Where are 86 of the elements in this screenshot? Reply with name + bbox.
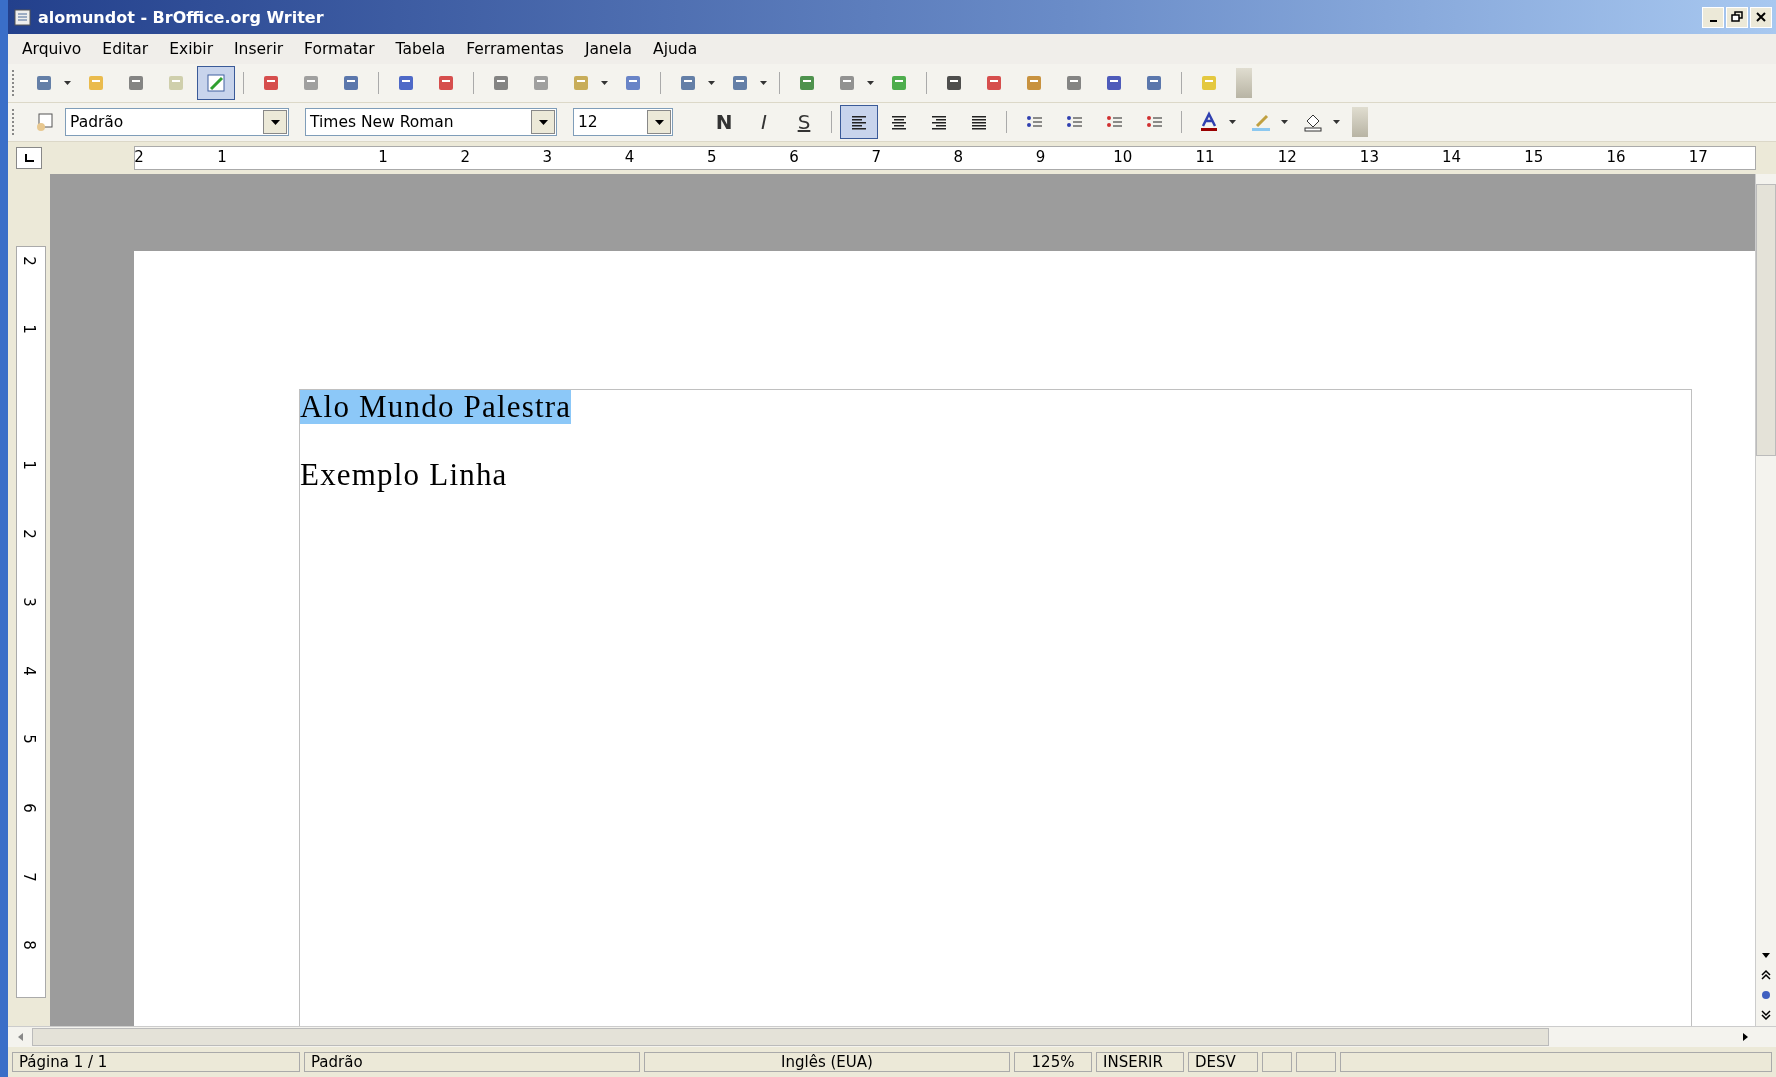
font-name-combo[interactable]: Times New Roman xyxy=(305,108,557,136)
next-page-icon[interactable] xyxy=(1759,1008,1773,1022)
menu-item[interactable]: Exibir xyxy=(159,40,225,58)
ruler-number: 3 xyxy=(542,148,553,166)
ruler-number: 12 xyxy=(1277,148,1297,166)
tab-stop-icon xyxy=(23,153,35,163)
font-color-icon xyxy=(1198,111,1220,133)
align-left-button[interactable] xyxy=(840,105,878,139)
window-title: alomundot - BrOffice.org Writer xyxy=(38,7,325,27)
minimize-icon xyxy=(1709,20,1717,22)
dropdown-arrow-icon[interactable] xyxy=(708,81,715,85)
menu-item[interactable]: Arquivo xyxy=(12,40,93,58)
ruler-number: 11 xyxy=(1195,148,1215,166)
ruler-number: 15 xyxy=(1524,148,1544,166)
ruler-number: 10 xyxy=(1113,148,1133,166)
close-button[interactable] xyxy=(1750,6,1772,28)
ruler-number: 1 xyxy=(217,148,227,166)
dropdown-arrow-icon xyxy=(654,119,664,125)
minimize-button[interactable] xyxy=(1702,6,1724,28)
ruler-number: 1 xyxy=(378,148,388,166)
menu-item[interactable]: Formatar xyxy=(294,40,386,58)
ruler-number: 7 xyxy=(871,148,881,166)
ruler-number: 1 xyxy=(19,460,38,470)
edit-mode-button[interactable] xyxy=(197,66,235,100)
ruler-number: 5 xyxy=(19,734,38,745)
dropdown-arrow-icon[interactable] xyxy=(1281,120,1288,124)
menu-item[interactable]: Ferramentas xyxy=(456,40,575,58)
close-icon xyxy=(1755,11,1767,23)
ruler-number: 5 xyxy=(707,148,717,166)
restore-button[interactable] xyxy=(1726,6,1748,28)
horizontal-ruler[interactable]: 2 1 1 2 3 4 5 6 7 8 9 10 11 12 13 14 15 16 17 xyxy=(134,146,1756,170)
horizontal-scrollbar[interactable] xyxy=(8,1026,1776,1047)
ruler-number: 1 xyxy=(19,324,38,334)
ruler-number: 13 xyxy=(1359,148,1379,166)
dropdown-arrow-icon[interactable] xyxy=(64,81,71,85)
dropdown-arrow-icon[interactable] xyxy=(601,81,608,85)
ruler-number: 16 xyxy=(1606,148,1626,166)
navigation-dot-icon[interactable] xyxy=(1759,988,1773,1002)
ruler-number: 4 xyxy=(19,666,38,676)
vertical-ruler[interactable]: 2 1 1 2 3 4 5 6 7 8 xyxy=(16,246,46,998)
menu-item[interactable]: Editar xyxy=(92,40,160,58)
status-field: Padrão xyxy=(304,1052,640,1072)
status-field: INSERIR xyxy=(1096,1052,1184,1072)
ruler-number: 4 xyxy=(624,148,635,166)
dropdown-arrow-icon[interactable] xyxy=(760,81,767,85)
font-size-combo[interactable]: 12 xyxy=(573,108,673,136)
ruler-number: 8 xyxy=(953,148,964,166)
ruler-number: 7 xyxy=(19,871,38,882)
dropdown-arrow-icon[interactable] xyxy=(867,81,874,85)
ruler-number: 3 xyxy=(19,597,38,607)
ruler-number: 17 xyxy=(1688,148,1708,166)
vertical-scrollbar[interactable] xyxy=(1755,174,1776,1026)
restore-icon xyxy=(1731,11,1743,23)
tab-stop-selector[interactable] xyxy=(16,147,42,169)
edit-pencil-icon xyxy=(205,72,227,94)
ruler-number: 2 xyxy=(460,148,470,166)
paragraph-style-combo[interactable]: Padrão xyxy=(65,108,289,136)
menu-item[interactable]: Tabela xyxy=(385,40,457,58)
ruler-number: 6 xyxy=(19,803,38,813)
status-field: 125% xyxy=(1014,1052,1092,1072)
bold-button[interactable]: N xyxy=(705,105,743,139)
status-field: Inglês (EUA) xyxy=(644,1052,1010,1072)
document-text: Alo Mundo Palestra xyxy=(300,390,572,424)
dropdown-arrow-icon xyxy=(538,119,548,125)
dropdown-arrow-icon xyxy=(270,119,280,125)
italic-button[interactable]: I xyxy=(745,105,783,139)
ruler-number: 2 xyxy=(19,528,38,539)
writer-document-icon xyxy=(12,7,34,27)
ruler-number: 2 xyxy=(134,148,144,166)
status-panel xyxy=(1296,1052,1336,1072)
menu-item[interactable]: Inserir xyxy=(224,40,295,58)
status-field: Página 1 / 1 xyxy=(12,1052,300,1072)
status-panel xyxy=(1262,1052,1292,1072)
ruler-number: 8 xyxy=(19,940,38,950)
ruler-number: 14 xyxy=(1442,148,1462,166)
menu-item[interactable]: Janela xyxy=(574,40,644,58)
previous-page-icon[interactable] xyxy=(1759,968,1773,982)
dropdown-arrow-icon[interactable] xyxy=(1229,120,1236,124)
ruler-number: 9 xyxy=(1035,148,1046,166)
menu-item[interactable]: Ajuda xyxy=(643,40,709,58)
status-field: DESV xyxy=(1188,1052,1258,1072)
dropdown-arrow-icon[interactable] xyxy=(1333,120,1340,124)
document-text: Exemplo Linha xyxy=(300,458,508,492)
ruler-number: 2 xyxy=(19,256,38,266)
ruler-number: 6 xyxy=(789,148,799,166)
underline-button[interactable]: S xyxy=(785,105,823,139)
